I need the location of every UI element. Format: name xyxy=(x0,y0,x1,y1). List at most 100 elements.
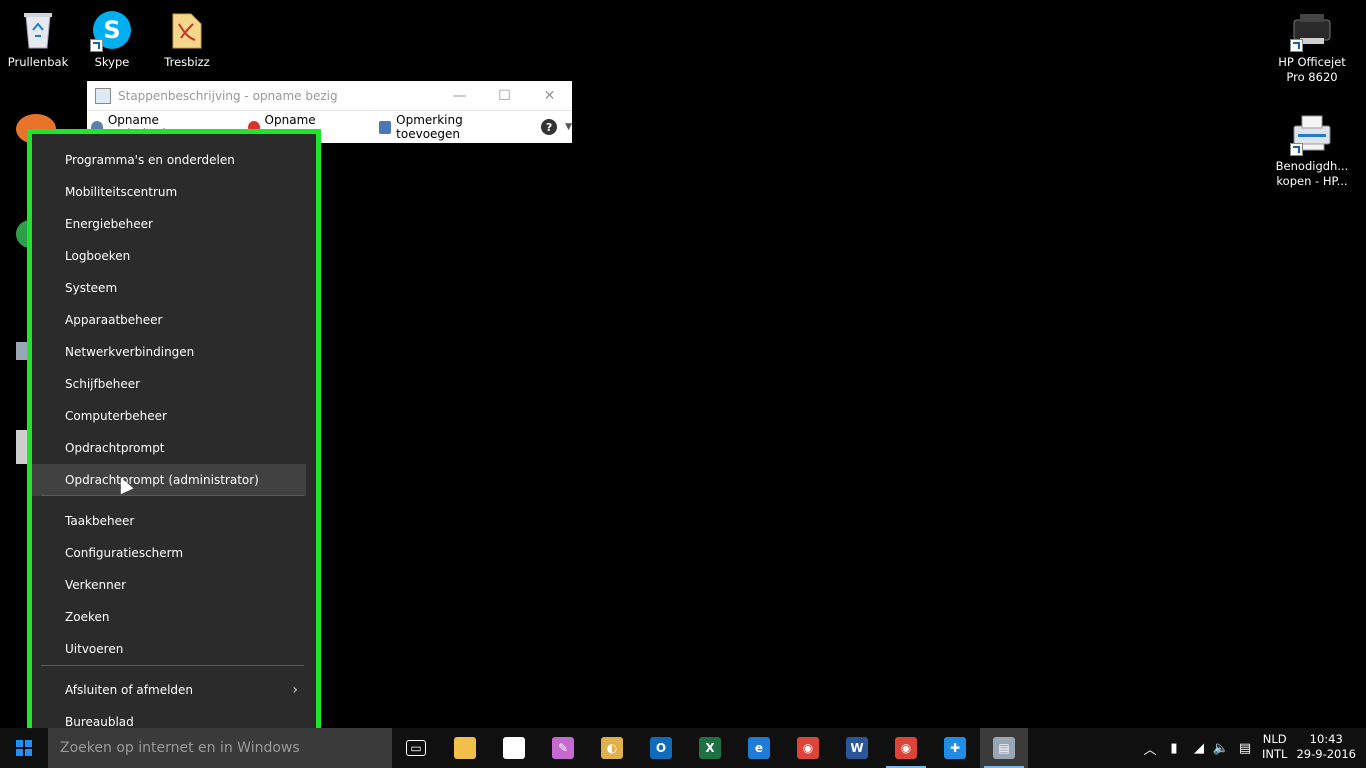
menu-item[interactable]: Zoeken xyxy=(32,601,306,633)
menu-item[interactable]: Uitvoeren xyxy=(32,633,306,665)
menu-item[interactable]: Apparaatbeheer xyxy=(32,304,306,336)
menu-item[interactable]: Programma's en onderdelen xyxy=(32,144,306,176)
action-center-icon[interactable]: ▤ xyxy=(1234,728,1256,768)
desktop-icon-label: Tresbizz xyxy=(164,55,210,69)
taskbar-app-button[interactable]: ◐ xyxy=(588,728,636,768)
menu-item-label: Apparaatbeheer xyxy=(65,313,163,327)
show-hidden-icons-icon[interactable]: ︿ xyxy=(1140,728,1160,768)
desktop-icon-tresbizz[interactable]: Tresbizz xyxy=(149,8,225,70)
taskbar-app-button[interactable]: ✎ xyxy=(539,728,587,768)
power-icon[interactable]: ▮ xyxy=(1164,728,1184,768)
menu-item-label: Schijfbeheer xyxy=(65,377,141,391)
steps-recorder-icon: ▤ xyxy=(993,737,1015,759)
taskbar-app-button[interactable] xyxy=(441,728,489,768)
dropdown-arrow-icon: ▼ xyxy=(565,122,572,132)
desktop-icon-recycle-bin[interactable]: Prullenbak xyxy=(0,8,76,70)
menu-item[interactable]: Energiebeheer xyxy=(32,208,306,240)
language-indicator[interactable]: NLD INTL xyxy=(1262,732,1287,762)
menu-item-label: Taakbeheer xyxy=(65,514,135,528)
power-user-menu: Programma's en onderdelen Mobiliteitscent… xyxy=(27,129,321,748)
help-button[interactable]: ? ▼ xyxy=(535,119,572,135)
menu-item-label: Netwerkverbindingen xyxy=(65,345,195,359)
menu-item-label: Configuratiescherm xyxy=(65,546,184,560)
store-icon: ▣ xyxy=(503,737,525,759)
taskbar-app-button[interactable]: ◉ xyxy=(784,728,832,768)
windows-logo-icon xyxy=(16,740,32,756)
shortcut-arrow-icon xyxy=(1290,143,1303,156)
menu-item[interactable]: Netwerkverbindingen xyxy=(32,336,306,368)
taskbar-app-button[interactable]: e xyxy=(735,728,783,768)
menu-item[interactable]: Logboeken xyxy=(32,240,306,272)
menu-item-label: Energiebeheer xyxy=(65,217,153,231)
excel-icon: X xyxy=(699,737,721,759)
help-icon: ? xyxy=(541,119,558,135)
taskbar-search-box[interactable]: Zoeken op internet en in Windows xyxy=(48,728,392,768)
menu-item-label: Logboeken xyxy=(65,249,131,263)
menu-item[interactable]: Opdrachtprompt xyxy=(32,432,306,464)
menu-item-label: Bureaublad xyxy=(65,715,134,729)
minimize-button[interactable]: — xyxy=(437,81,482,110)
menu-item-label: Opdrachtprompt (administrator) xyxy=(65,473,259,487)
menu-item[interactable]: Schijfbeheer xyxy=(32,368,306,400)
taskbar-app-button[interactable]: W xyxy=(833,728,881,768)
maximize-button[interactable]: ☐ xyxy=(482,81,527,110)
taskbar-app-button[interactable]: X xyxy=(686,728,734,768)
menu-item-label: Opdrachtprompt xyxy=(65,441,165,455)
menu-separator xyxy=(41,495,304,496)
clock[interactable]: 10:43 29-9-2016 xyxy=(1296,732,1356,762)
menu-separator xyxy=(41,665,304,666)
network-icon[interactable]: ◢ xyxy=(1188,728,1210,768)
desktop-icon-label: Benodigdh... kopen - HP... xyxy=(1275,159,1349,188)
menu-item[interactable]: Systeem xyxy=(32,272,306,304)
language-code: NLD xyxy=(1262,732,1287,746)
pdf-file-icon xyxy=(165,8,209,52)
add-comment-button[interactable]: Opmerking toevoegen xyxy=(375,113,518,141)
printer-shop-icon xyxy=(1290,112,1334,156)
menu-item[interactable]: Computerbeheer xyxy=(32,400,306,432)
desktop-icon-label: HP Officejet Pro 8620 xyxy=(1278,55,1346,84)
edge-icon: e xyxy=(748,737,770,759)
outlook-icon: O xyxy=(650,737,672,759)
file-explorer-icon xyxy=(454,737,476,759)
clock-time: 10:43 xyxy=(1309,732,1343,746)
taskbar-app-button[interactable]: O xyxy=(637,728,685,768)
desktop-icon-benodigdheden[interactable]: Benodigdh... kopen - HP... xyxy=(1274,112,1350,189)
paint-icon: ◐ xyxy=(601,737,623,759)
menu-item[interactable]: Opdrachtprompt (administrator) xyxy=(32,464,306,496)
task-view-icon: ▭ xyxy=(406,740,426,756)
menu-item-label: Mobiliteitscentrum xyxy=(65,185,178,199)
clock-date: 29-9-2016 xyxy=(1296,747,1356,761)
desktop-icon-hp-printer[interactable]: HP Officejet Pro 8620 xyxy=(1274,8,1350,85)
word-icon: W xyxy=(846,737,868,759)
menu-item[interactable]: Taakbeheer xyxy=(32,505,306,537)
window-title: Stappenbeschrijving - opname bezig xyxy=(118,88,338,103)
start-button[interactable] xyxy=(0,728,48,768)
shortcut-arrow-icon xyxy=(90,39,103,52)
taskbar-app-button[interactable]: ◉ xyxy=(882,728,930,768)
keyboard-layout: INTL xyxy=(1262,747,1288,761)
shortcut-arrow-icon xyxy=(1290,39,1303,52)
taskbar-app-button[interactable]: ▭ xyxy=(392,728,440,768)
menu-item[interactable]: Verkenner xyxy=(32,569,306,601)
desktop-icon-label: Skype xyxy=(94,55,130,69)
taskbar-app-button[interactable]: ▣ xyxy=(490,728,538,768)
desktop-icon-label: Prullenbak xyxy=(7,55,69,69)
taskbar-app-button[interactable]: ▤ xyxy=(980,728,1028,768)
menu-item[interactable]: Configuratiescherm xyxy=(32,537,306,569)
taskbar-app-button[interactable]: ✚ xyxy=(931,728,979,768)
desktop-icon-skype[interactable]: S Skype xyxy=(74,8,150,70)
menu-item[interactable]: Mobiliteitscentrum xyxy=(32,176,306,208)
teamviewer-icon: ✚ xyxy=(944,737,966,759)
printer-icon xyxy=(1290,8,1334,52)
menu-item-label: Programma's en onderdelen xyxy=(65,153,235,167)
submenu-chevron-icon: › xyxy=(292,682,298,698)
close-button[interactable]: ✕ xyxy=(527,81,572,110)
menu-item[interactable]: Afsluiten of afmelden › xyxy=(32,674,306,706)
svg-text:S: S xyxy=(103,16,120,44)
paint-tool-icon: ✎ xyxy=(552,737,574,759)
menu-item-label: Computerbeheer xyxy=(65,409,167,423)
steps-recorder-icon xyxy=(95,87,111,104)
button-label: Opmerking toevoegen xyxy=(396,113,463,141)
volume-icon[interactable]: 🔈 xyxy=(1210,728,1232,768)
menu-item-label: Systeem xyxy=(65,281,118,295)
